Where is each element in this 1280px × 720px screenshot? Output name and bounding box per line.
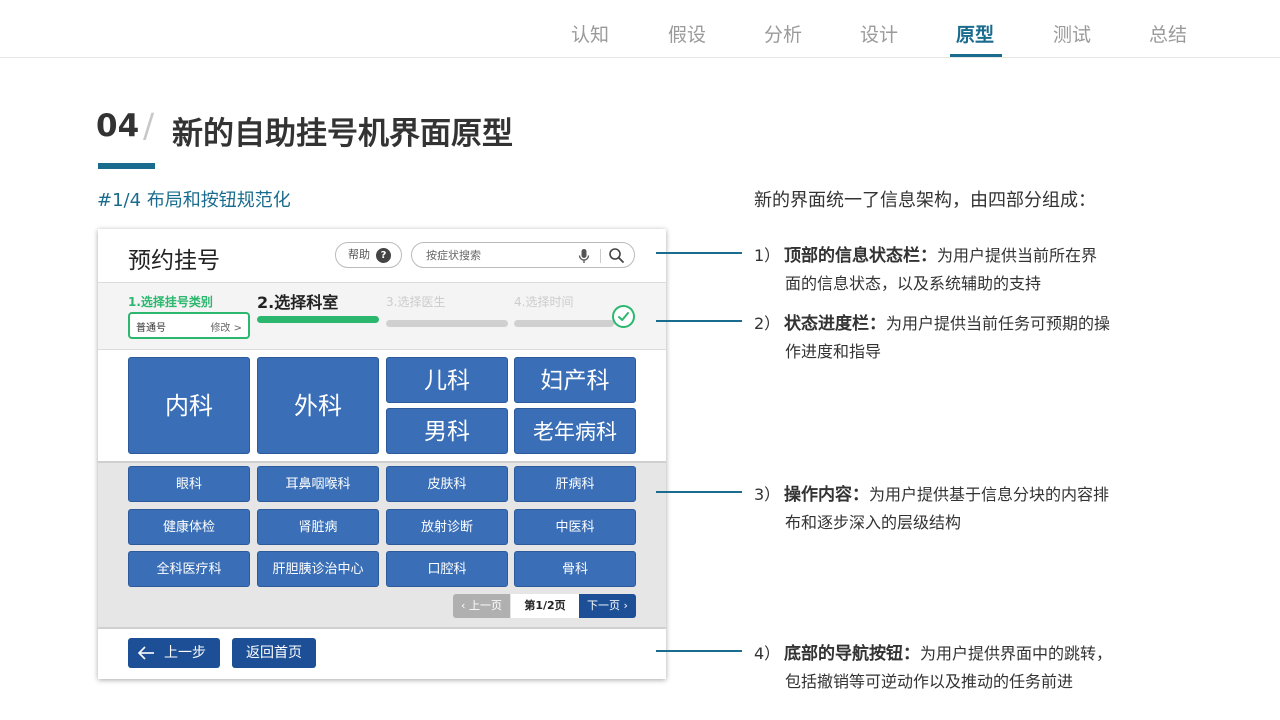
item-text: 包括撤销等可逆动作以及推动的任务前进 <box>785 672 1074 691</box>
kiosk-prototype: 预约挂号 帮助 ? 1.选择挂号类 <box>98 229 666 679</box>
nav-tab-summary[interactable]: 总结 <box>1138 20 1198 47</box>
description-item-2: 2） 状态进度栏：为用户提供当前任务可预期的操 作进度和指导 <box>754 310 1110 366</box>
connector-line-4 <box>656 650 742 652</box>
step-1-selection[interactable]: 普通号 修改 > <box>128 312 250 339</box>
selected-category: 普通号 <box>136 323 166 334</box>
item-text: 为用户提供当前所在界 <box>937 246 1098 265</box>
next-page-button[interactable]: 下一页 › <box>579 594 636 618</box>
title-slash: / <box>143 106 155 145</box>
dept-button-geriatrics[interactable]: 老年病科 <box>514 408 636 454</box>
dept-button-andrology[interactable]: 男科 <box>386 408 508 454</box>
sub-department-area: 眼科 耳鼻咽喉科 皮肤科 肝病科 健康体检 肾脏病 放射诊断 中医科 全科医疗科… <box>98 461 666 627</box>
arrow-left-icon <box>136 638 156 679</box>
step-2-bar <box>257 316 379 323</box>
dept-button-pediatrics[interactable]: 儿科 <box>386 357 508 403</box>
item-title: 状态进度栏： <box>784 314 886 334</box>
page-indicator: 第1/2页 <box>511 594 579 618</box>
step-3-label: 3.选择医生 <box>386 295 446 309</box>
nav-active-underline <box>950 54 1002 57</box>
operation-content: 内科 外科 儿科 妇产科 男科 老年病科 眼科 耳鼻咽喉科 皮肤科 肝病科 健康… <box>98 351 666 627</box>
page-subtitle: #1/4 布局和按钮规范化 <box>97 190 291 211</box>
item-text: 为用户提供界面中的跳转， <box>920 644 1113 663</box>
nav-tab-analysis[interactable]: 分析 <box>753 20 813 47</box>
dept-button[interactable]: 肝病科 <box>514 466 636 502</box>
step-1-label: 1.选择挂号类别 <box>128 295 213 309</box>
item-title: 底部的导航按钮： <box>784 644 920 664</box>
help-button[interactable]: 帮助 ? <box>335 242 402 268</box>
dept-button[interactable]: 肾脏病 <box>257 509 379 545</box>
nav-tab-hypothesis[interactable]: 假设 <box>657 20 717 47</box>
item-title: 顶部的信息状态栏： <box>784 246 937 266</box>
item-text: 布和逐步深入的层级结构 <box>785 513 962 532</box>
dept-button-internal[interactable]: 内科 <box>128 357 250 454</box>
item-text: 为用户提供基于信息分块的内容排 <box>869 485 1110 504</box>
description-item-3: 3） 操作内容：为用户提供基于信息分块的内容排 布和逐步深入的层级结构 <box>754 481 1109 537</box>
prev-page-button[interactable]: ‹ 上一页 <box>453 594 510 618</box>
connector-line-2 <box>656 320 742 322</box>
item-number: 4） <box>754 644 781 663</box>
dept-button[interactable]: 健康体检 <box>128 509 250 545</box>
nav-tab-design[interactable]: 设计 <box>849 20 909 47</box>
section-number: 04 <box>96 108 140 144</box>
step-2: 2.选择科室 <box>257 293 379 323</box>
back-label: 上一步 <box>164 645 206 661</box>
dept-button-surgery[interactable]: 外科 <box>257 357 379 454</box>
next-page-label: 下一页 <box>587 599 621 612</box>
back-button[interactable]: 上一步 <box>128 638 220 668</box>
dept-button[interactable]: 口腔科 <box>386 551 508 587</box>
page-title: 新的自助挂号机界面原型 <box>172 116 513 152</box>
modify-link[interactable]: 修改 > <box>210 319 242 334</box>
check-icon <box>612 305 635 328</box>
title-accent-bar <box>98 163 155 169</box>
progress-bar-section: 1.选择挂号类别 普通号 修改 > 2.选择科室 3.选择医生 4.选择时间 <box>98 283 666 350</box>
connector-line-3 <box>656 491 742 493</box>
nav-tab-test[interactable]: 测试 <box>1042 20 1102 47</box>
dept-button[interactable]: 肝胆胰诊治中心 <box>257 551 379 587</box>
search-input[interactable] <box>426 248 576 263</box>
dept-button[interactable]: 眼科 <box>128 466 250 502</box>
step-2-label: 2.选择科室 <box>257 293 339 312</box>
step-3: 3.选择医生 <box>386 293 508 327</box>
description-item-1: 1） 顶部的信息状态栏：为用户提供当前所在界 面的信息状态，以及系统辅助的支持 <box>754 242 1097 298</box>
item-number: 1） <box>754 246 781 265</box>
item-title: 操作内容： <box>784 485 869 505</box>
top-nav: 认知 假设 分析 设计 原型 测试 总结 <box>0 0 1280 58</box>
prev-page-label: 上一页 <box>468 599 502 612</box>
item-number: 3） <box>754 485 781 504</box>
screen-title: 预约挂号 <box>128 248 220 274</box>
dept-button[interactable]: 放射诊断 <box>386 509 508 545</box>
home-button[interactable]: 返回首页 <box>232 638 316 668</box>
description-item-4: 4） 底部的导航按钮：为用户提供界面中的跳转， 包括撤销等可逆动作以及推动的任务前… <box>754 640 1112 696</box>
help-label: 帮助 <box>348 248 370 261</box>
search-icon[interactable] <box>608 247 625 268</box>
dept-button[interactable]: 全科医疗科 <box>128 551 250 587</box>
question-icon: ? <box>376 248 391 263</box>
microphone-icon[interactable] <box>578 248 590 268</box>
info-status-bar: 预约挂号 帮助 ? <box>98 229 666 283</box>
dept-button-obstetrics[interactable]: 妇产科 <box>514 357 636 403</box>
item-text: 作进度和指导 <box>785 342 882 361</box>
nav-tab-cognition[interactable]: 认知 <box>560 20 620 47</box>
step-4-bar <box>514 320 614 327</box>
dept-button[interactable]: 中医科 <box>514 509 636 545</box>
description-intro: 新的界面统一了信息架构，由四部分组成： <box>754 190 1096 211</box>
search-divider <box>600 249 601 263</box>
dept-button[interactable]: 耳鼻咽喉科 <box>257 466 379 502</box>
bottom-nav-bar: 上一步 返回首页 <box>98 627 666 679</box>
nav-tab-prototype[interactable]: 原型 <box>945 20 1005 47</box>
dept-button[interactable]: 骨科 <box>514 551 636 587</box>
step-1: 1.选择挂号类别 普通号 修改 > <box>128 293 250 339</box>
item-number: 2） <box>754 314 781 333</box>
item-text: 面的信息状态，以及系统辅助的支持 <box>785 274 1042 293</box>
dept-button[interactable]: 皮肤科 <box>386 466 508 502</box>
item-text: 为用户提供当前任务可预期的操 <box>886 314 1111 333</box>
connector-line-1 <box>656 252 742 254</box>
search-box <box>411 242 635 268</box>
step-3-bar <box>386 320 508 327</box>
